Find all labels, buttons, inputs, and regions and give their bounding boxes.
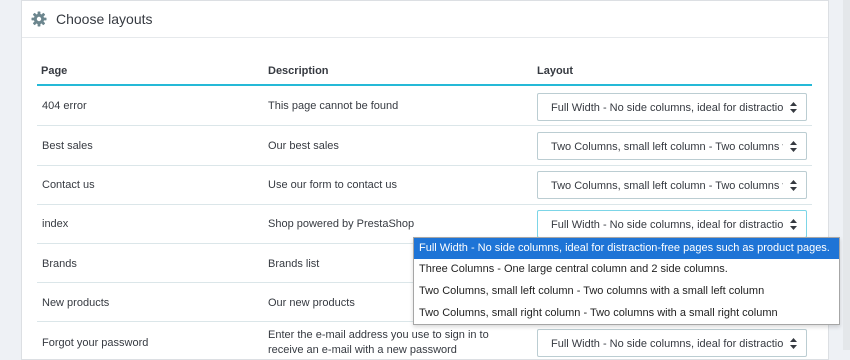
layout-option[interactable]: Three Columns - One large central column… [414,259,839,280]
page-cell: Contact us [42,179,95,191]
layout-select[interactable]: Full Width - No side columns, ideal for … [537,210,807,238]
column-header-layout[interactable]: Layout [537,65,573,77]
table-header-divider [37,84,812,86]
page-cell: Brands [42,258,77,270]
page-cell: New products [42,297,110,309]
layout-select[interactable]: Full Width - No side columns, ideal for … [537,93,807,121]
layout-select-value: Two Columns, small left column - Two col… [551,180,783,192]
layout-option[interactable]: Full Width - No side columns, ideal for … [414,238,839,259]
column-header-description[interactable]: Description [268,65,329,77]
description-cell: Use our form to contact us [268,179,397,191]
layout-select[interactable]: Full Width - No side columns, ideal for … [537,329,807,357]
panel-title: Choose layouts [56,11,153,27]
description-cell: Enter the e-mail address you use to sign… [268,329,489,356]
select-arrows-icon [790,102,797,113]
description-cell: This page cannot be found [268,100,399,112]
description-cell: Shop powered by PrestaShop [268,218,415,230]
panel-heading: Choose layouts [22,1,828,38]
gear-icon [31,11,47,27]
layout-option[interactable]: Two Columns, small right column - Two co… [414,303,839,324]
column-header-page[interactable]: Page [41,65,67,77]
page-cell: 404 error [42,100,87,112]
description-cell: Our best sales [268,140,339,152]
page-scrollbar[interactable] [843,0,850,350]
select-arrows-icon [790,338,797,349]
layout-dropdown-list: Full Width - No side columns, ideal for … [413,237,840,325]
row-divider [37,165,812,166]
select-arrows-icon [790,141,797,152]
layout-select[interactable]: Two Columns, small left column - Two col… [537,171,807,199]
description-cell: Brands list [268,258,320,270]
description-cell: Our new products [268,297,355,309]
layout-option[interactable]: Two Columns, small left column - Two col… [414,281,839,302]
page-cell: index [42,218,69,230]
row-divider [37,125,812,126]
layout-select[interactable]: Two Columns, small left column - Two col… [537,132,807,160]
layout-select-value: Two Columns, small left column - Two col… [551,141,783,153]
layout-select-value: Full Width - No side columns, ideal for … [551,338,783,350]
select-arrows-icon [790,180,797,191]
page-cell: Best sales [42,140,93,152]
page-cell: Forgot your password [42,337,149,349]
layout-select-value: Full Width - No side columns, ideal for … [551,219,783,231]
row-divider [37,204,812,205]
layout-select-value: Full Width - No side columns, ideal for … [551,102,783,114]
select-arrows-icon [790,219,797,230]
